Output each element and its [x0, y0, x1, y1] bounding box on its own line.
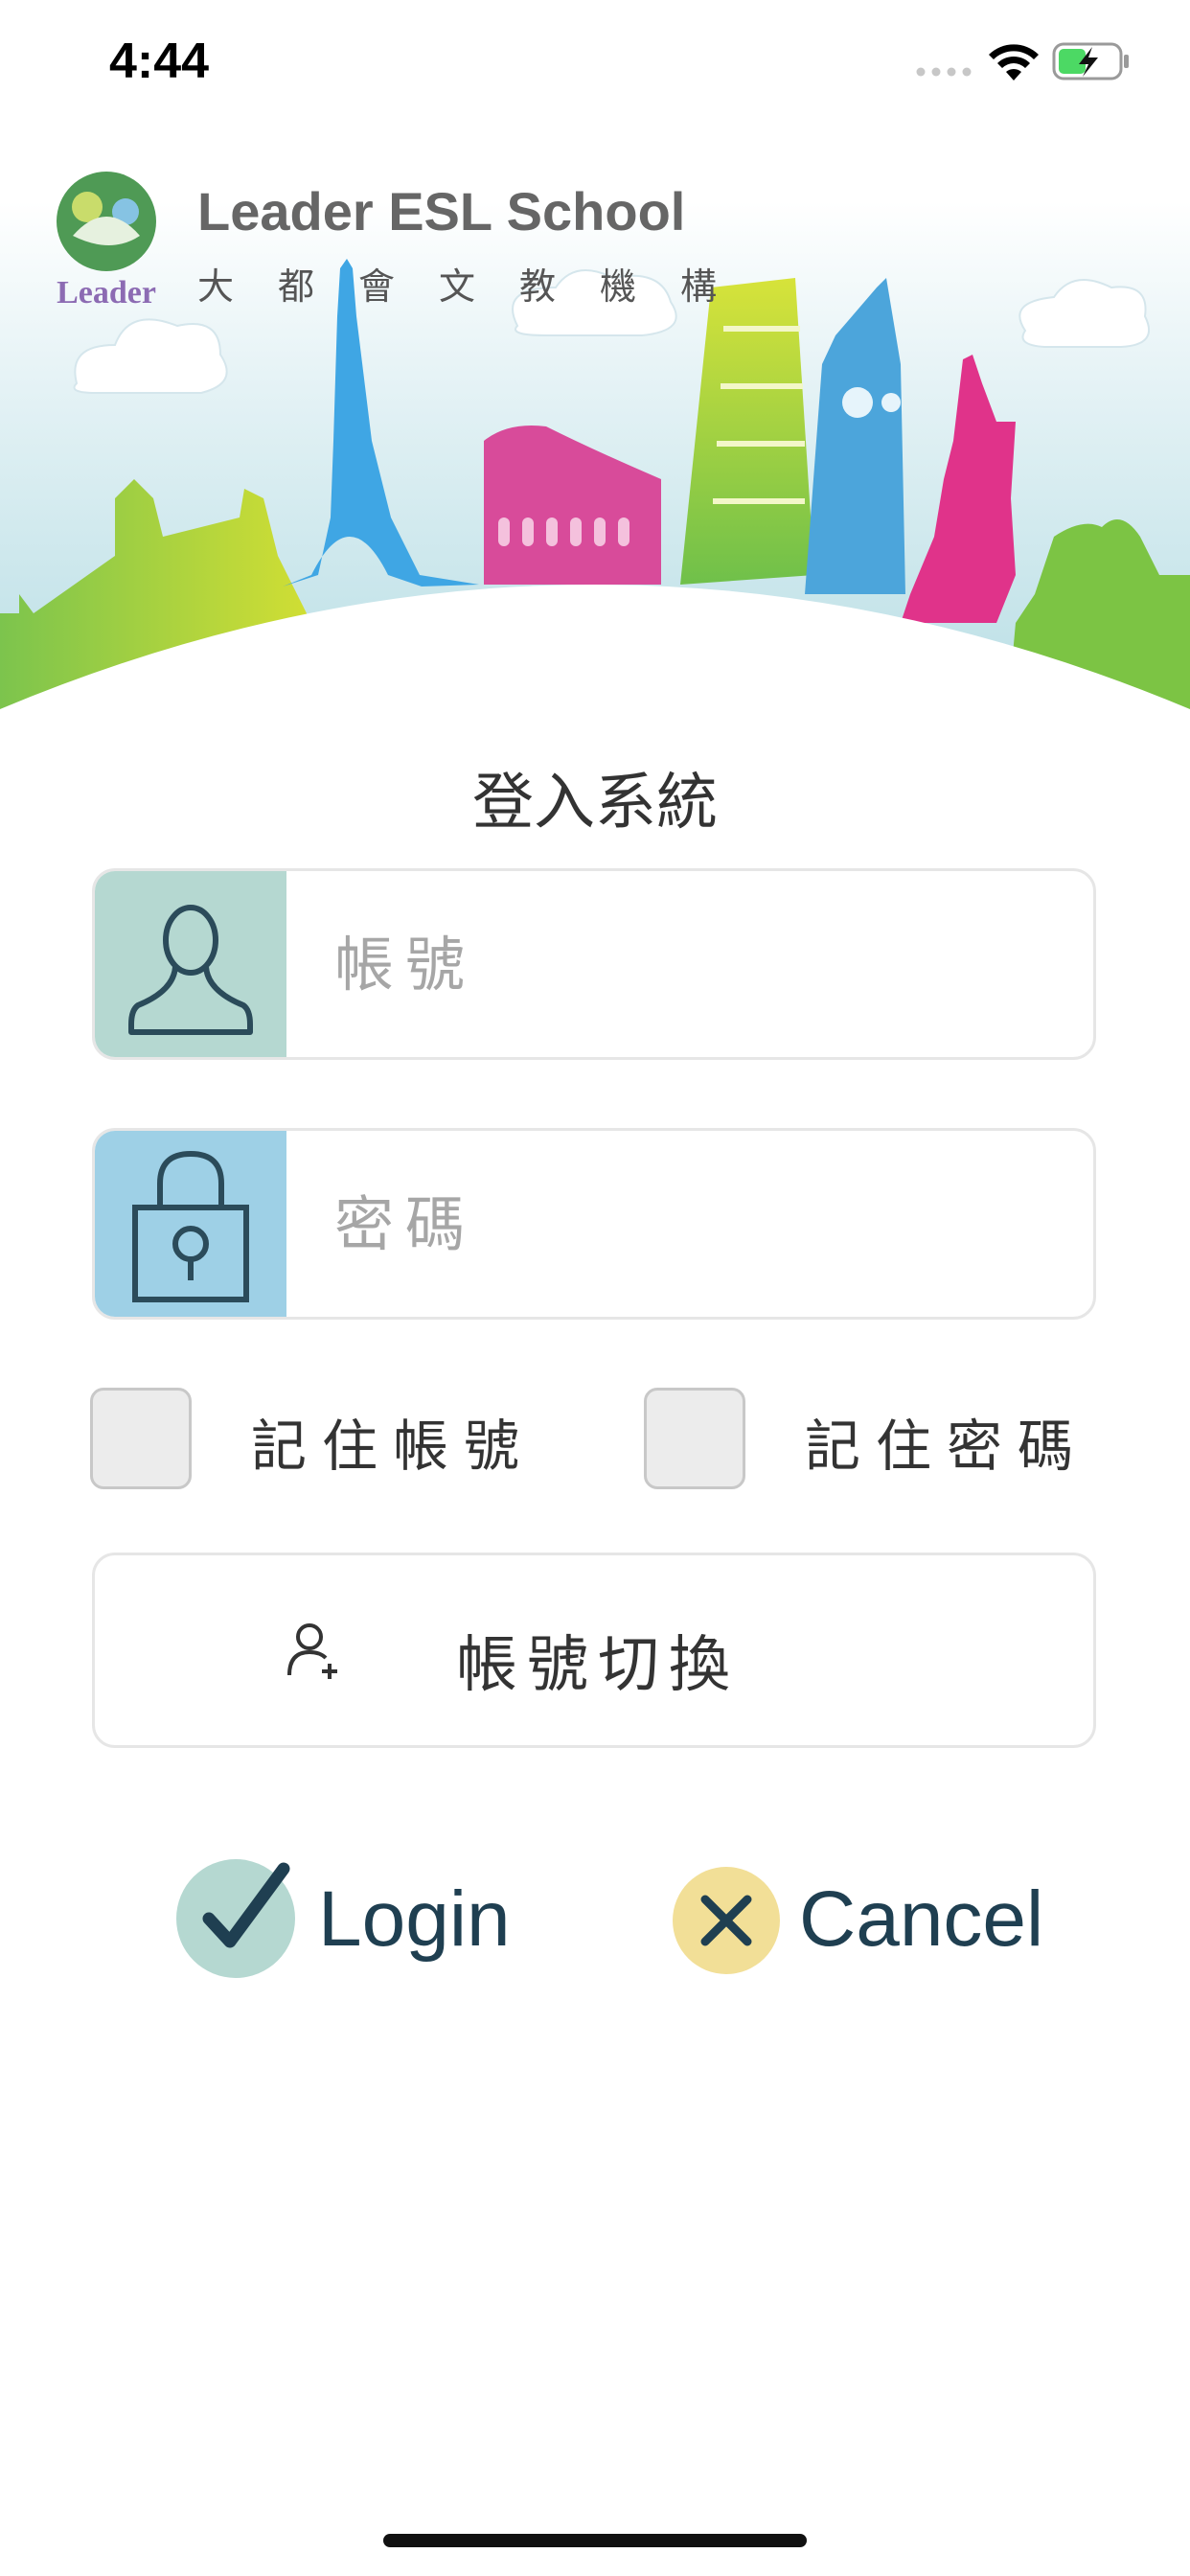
login-button[interactable]: Login	[174, 1855, 558, 1984]
add-user-icon	[287, 1623, 337, 1679]
username-input[interactable]	[286, 871, 1093, 1057]
username-field[interactable]	[92, 868, 1096, 1060]
login-label: Login	[318, 1875, 511, 1963]
remember-account-checkbox[interactable]	[90, 1388, 192, 1489]
svg-text:Leader: Leader	[57, 275, 156, 310]
cancel-button[interactable]: Cancel	[671, 1855, 1054, 1984]
password-input[interactable]	[286, 1131, 1093, 1317]
brand-subtitle: 大都會文教機構	[197, 265, 762, 308]
close-icon	[673, 1867, 780, 1974]
username-icon-box	[95, 871, 286, 1057]
lock-icon	[132, 1150, 249, 1302]
wifi-icon	[989, 44, 1039, 80]
signal-dots-icon	[916, 67, 972, 77]
status-bar: 4:44	[0, 0, 1190, 125]
switch-account-label: 帳號切換	[456, 1630, 740, 1701]
remember-account-label: 記住帳號	[251, 1414, 536, 1479]
brand-title: Leader ESL School	[197, 181, 686, 242]
password-field[interactable]	[92, 1128, 1096, 1320]
battery-charging-icon	[1052, 42, 1129, 80]
login-heading: 登入系統	[472, 768, 718, 839]
user-icon	[128, 905, 253, 1035]
cancel-label: Cancel	[799, 1875, 1044, 1963]
home-indicator[interactable]	[383, 2534, 807, 2547]
password-icon-box	[95, 1131, 286, 1317]
checkmark-icon	[176, 1859, 295, 1978]
status-time: 4:44	[109, 34, 210, 89]
remember-password-label: 記住密碼	[805, 1414, 1089, 1479]
leader-logo: Leader	[57, 172, 156, 310]
remember-password-checkbox[interactable]	[644, 1388, 745, 1489]
